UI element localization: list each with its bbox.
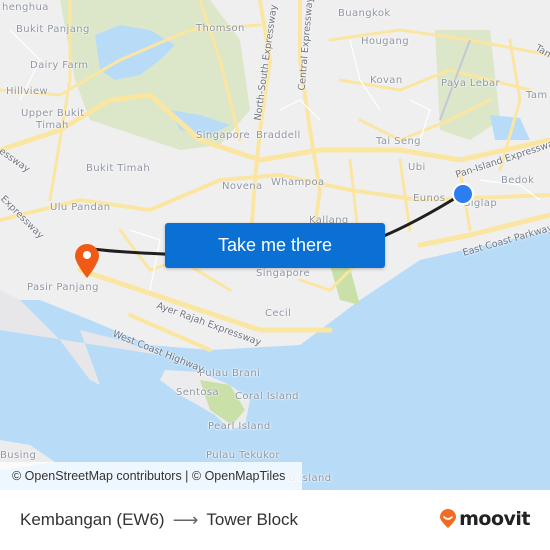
place-label: Pasir Panjang <box>27 282 99 293</box>
place-label: Upper Bukit <box>21 108 85 119</box>
map-attribution[interactable]: © OpenStreetMap contributors | © OpenMap… <box>0 462 302 490</box>
place-label: Singapore <box>196 130 251 141</box>
place-label: Novena <box>222 181 263 192</box>
place-label: Bukit Timah <box>86 163 151 174</box>
destination-pin-icon[interactable] <box>73 243 101 279</box>
place-label: Ulu Pandan <box>50 202 111 213</box>
place-label: henghua <box>2 2 49 13</box>
route-title: Kembangan (EW6) ⟶ Tower Block <box>20 490 298 550</box>
attribution-text[interactable]: © OpenStreetMap contributors | © OpenMap… <box>12 469 285 483</box>
place-label: Timah <box>36 120 69 131</box>
map[interactable]: henghua Bukit Panjang Dairy Farm Hillvie… <box>0 0 550 490</box>
moovit-logo[interactable]: moovit <box>439 508 530 530</box>
place-label: Eunos <box>413 193 446 204</box>
brand-name: moovit <box>459 508 530 530</box>
place-label: Pearl Island <box>208 421 271 432</box>
place-label: Hillview <box>6 86 49 97</box>
place-label: Tam <box>526 90 548 101</box>
place-label: Thomson <box>196 23 245 34</box>
footer: Kembangan (EW6) ⟶ Tower Block moovit <box>0 490 550 550</box>
place-label: Busing <box>0 450 37 461</box>
place-label: Coral Island <box>235 391 299 402</box>
place-label: Whampoa <box>271 177 325 188</box>
destination-name: Tower Block <box>206 510 299 529</box>
place-label: Ubi <box>408 162 426 173</box>
place-label: Buangkok <box>338 8 391 19</box>
place-label: Bukit Panjang <box>16 24 90 35</box>
arrow-right-icon: ⟶ <box>172 509 199 530</box>
place-label: Cecil <box>265 308 292 319</box>
place-label: Bedok <box>501 175 535 186</box>
place-label: Braddell <box>256 130 301 141</box>
place-label: Singapore <box>256 268 311 279</box>
moovit-pin-icon <box>440 509 457 528</box>
place-label: Sentosa <box>176 387 220 398</box>
place-label: Dairy Farm <box>30 60 89 71</box>
origin-marker-icon[interactable] <box>451 182 475 206</box>
place-label: Hougang <box>361 36 409 47</box>
place-label: Tai Seng <box>376 136 421 147</box>
take-me-there-button[interactable]: Take me there <box>165 223 385 268</box>
origin-name: Kembangan (EW6) <box>20 510 165 529</box>
place-label: Pulau Brani <box>199 368 261 379</box>
place-label: Paya Lebar <box>441 78 501 89</box>
place-label: Pulau Tekukor <box>206 450 280 461</box>
place-label: Kovan <box>370 75 403 86</box>
